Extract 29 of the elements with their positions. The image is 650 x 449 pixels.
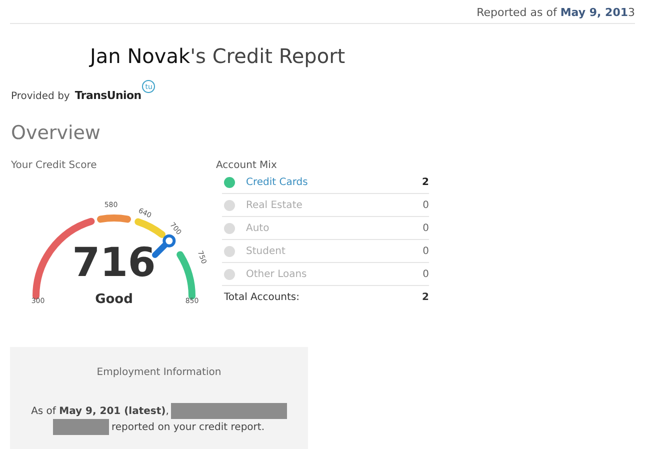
account-count: 0 — [422, 246, 429, 256]
total-count: 2 — [421, 292, 429, 302]
section-heading: Overview — [11, 122, 102, 144]
score-marker-icon — [152, 234, 176, 258]
account-type: Real Estate — [246, 200, 304, 210]
account-count: 0 — [422, 268, 429, 280]
redaction-bar — [53, 419, 110, 435]
account-count: 2 — [421, 176, 429, 188]
account-count: 0 — [422, 200, 429, 210]
score-label: Your Credit Score — [11, 160, 98, 171]
account-type: Credit Cards — [246, 176, 309, 188]
brand-logo: TransUnion — [74, 89, 142, 102]
account-type: Auto — [246, 222, 270, 234]
credit-score: 716 — [72, 240, 156, 286]
gauge-arc-segment — [134, 218, 166, 238]
report-date: Reported as of May 9, 2013 — [476, 6, 635, 19]
account-type: Student — [246, 246, 286, 256]
page-title: Jan Novak's Credit Report — [90, 44, 346, 68]
gauge-arc-segment — [176, 251, 196, 300]
account-mix-title: Account Mix — [216, 160, 278, 171]
employment-text: reported on your credit report. — [111, 422, 264, 432]
total-label: Total Accounts: — [224, 292, 300, 302]
provider-label: Provided by — [11, 91, 70, 102]
employment-text: As of May 9, 201 (latest), — [31, 406, 169, 416]
gauge-arc-segment — [97, 214, 131, 223]
account-type: Other Loans — [246, 268, 308, 280]
score-rating: Good — [95, 292, 133, 307]
account-count: 0 — [422, 222, 429, 234]
card-title: Employment Information — [96, 367, 222, 378]
